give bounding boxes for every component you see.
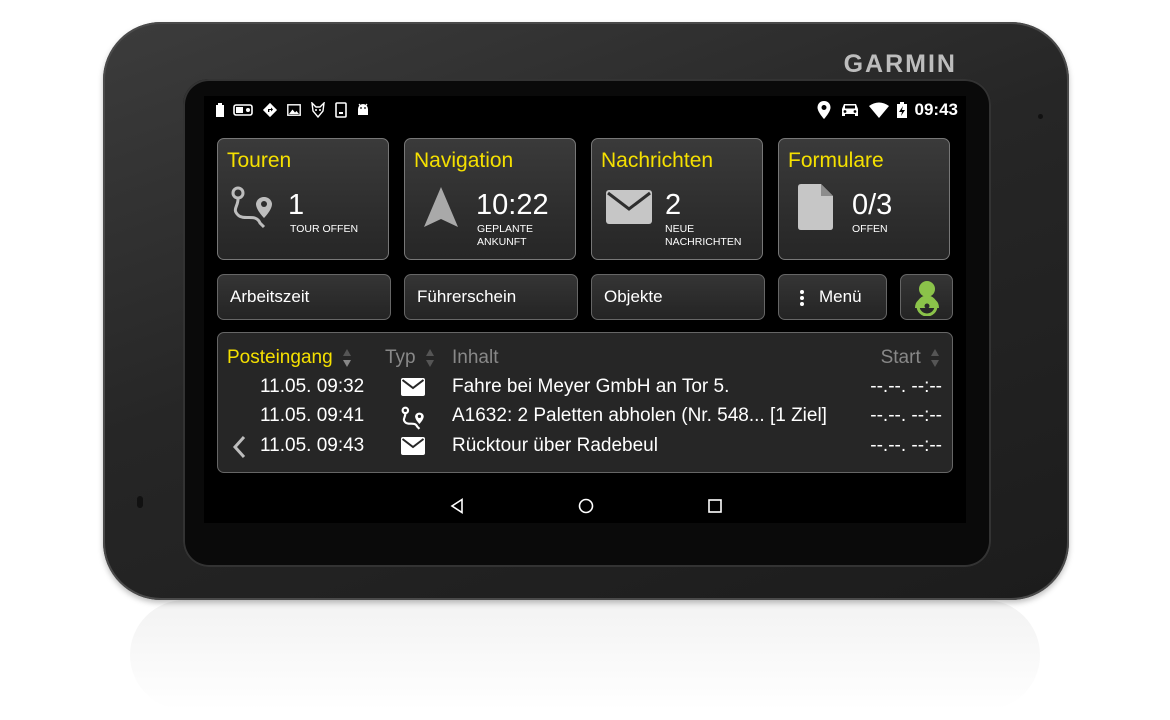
tile-nachrichten[interactable]: Nachrichten 2 NEUE NACHRICHTEN <box>591 138 763 260</box>
row-start: --.--. --:-- <box>870 435 942 456</box>
row-start: --.--. --:-- <box>870 376 942 397</box>
navigation-arrow-icon <box>424 187 458 227</box>
row-date: 11.05. 09:32 <box>260 376 365 397</box>
android-icon <box>358 103 368 115</box>
table-row[interactable]: 11.05. 09:32 Fahre bei Meyer GmbH an Tor… <box>218 376 952 406</box>
image-icon <box>287 104 301 116</box>
header-start[interactable]: Start <box>881 347 940 369</box>
row-date: 11.05. 09:43 <box>260 435 365 456</box>
route-icon <box>231 186 272 229</box>
wifi-icon <box>868 102 889 118</box>
screen: 09:43 Touren 1 TOUR OFFEN Navigation 10:… <box>204 96 966 523</box>
tile-formulare-subline-1: OFFEN <box>852 223 888 235</box>
envelope-icon <box>606 190 652 224</box>
tile-navigation-number: 10:22 <box>476 189 549 221</box>
back-chevron-icon[interactable] <box>232 435 246 459</box>
fox-icon <box>311 102 325 118</box>
header-posteingang[interactable]: Posteingang <box>227 347 352 369</box>
battery-icon <box>216 103 224 117</box>
row-start: --.--. --:-- <box>870 405 942 426</box>
back-icon[interactable] <box>450 498 464 514</box>
tile-nachrichten-title: Nachrichten <box>601 149 714 172</box>
tile-formulare[interactable]: Formulare 0/3 OFFEN <box>778 138 950 260</box>
row-content: A1632: 2 Paletten abholen (Nr. 548... [1… <box>452 405 827 426</box>
toggle-icon <box>233 104 253 116</box>
status-time: 09:43 <box>914 100 958 119</box>
row-content: Rücktour über Radebeul <box>452 435 658 456</box>
menu-button-label: Menü <box>819 287 862 306</box>
more-vertical-icon <box>800 290 804 306</box>
device-reflection <box>130 600 1040 710</box>
tile-nachrichten-number: 2 <box>665 189 682 221</box>
location-pin-icon <box>817 101 831 119</box>
header-typ[interactable]: Typ <box>385 347 435 369</box>
tile-nachrichten-subline-2: NACHRICHTEN <box>665 236 742 248</box>
brand-logo: GARMIN <box>843 50 957 78</box>
tile-formulare-title: Formulare <box>788 149 884 172</box>
tile-navigation-subline-2: ANKUNFT <box>477 236 527 248</box>
envelope-icon <box>401 437 425 455</box>
header-typ-label: Typ <box>385 347 416 368</box>
envelope-icon <box>401 378 425 396</box>
car-icon <box>841 104 858 116</box>
driver-status-button[interactable] <box>900 274 953 320</box>
table-row[interactable]: 11.05. 09:43 Rücktour über Radebeul --.-… <box>218 435 952 465</box>
route-icon <box>401 406 424 430</box>
battery-charging-icon <box>896 102 907 118</box>
driver-steering-wheel-icon <box>915 281 939 316</box>
objekte-button[interactable]: Objekte <box>591 274 765 320</box>
tile-touren-number: 1 <box>288 189 305 221</box>
microphone-hole <box>137 496 143 508</box>
status-bar: 09:43 <box>204 96 966 126</box>
header-start-label: Start <box>880 347 921 368</box>
table-row[interactable]: 11.05. 09:41 A1632: 2 Paletten abholen (… <box>218 405 952 435</box>
android-navigation-bar <box>204 488 966 523</box>
menu-button[interactable]: Menü <box>778 274 887 320</box>
recent-apps-icon[interactable] <box>708 499 722 513</box>
fuehrerschein-button[interactable]: Führerschein <box>404 274 578 320</box>
arbeitszeit-button[interactable]: Arbeitszeit <box>217 274 391 320</box>
row-date: 11.05. 09:41 <box>260 405 365 426</box>
tile-navigation-subline-1: GEPLANTE <box>477 223 534 235</box>
sort-arrows-icon <box>931 348 939 367</box>
tile-navigation[interactable]: Navigation 10:22 GEPLANTE ANKUNFT <box>404 138 576 260</box>
tile-touren-subline-1: TOUR OFFEN <box>290 223 359 235</box>
header-inhalt[interactable]: Inhalt <box>452 347 498 369</box>
tile-touren-title: Touren <box>227 149 292 172</box>
directions-icon <box>262 102 278 118</box>
tile-touren[interactable]: Touren 1 TOUR OFFEN <box>217 138 389 260</box>
document-icon <box>798 184 833 230</box>
light-sensor <box>1038 114 1043 119</box>
inbox-panel: Posteingang Typ Inhalt Start 11.05. 09:3… <box>217 332 953 473</box>
sort-arrows-icon <box>342 348 351 367</box>
tile-nachrichten-subline-1: NEUE <box>665 223 695 235</box>
tile-formulare-number: 0/3 <box>852 189 893 221</box>
row-content: Fahre bei Meyer GmbH an Tor 5. <box>452 376 730 397</box>
tile-navigation-title: Navigation <box>414 149 514 172</box>
sort-arrows-icon <box>425 348 434 367</box>
header-posteingang-label: Posteingang <box>227 347 333 368</box>
home-icon[interactable] <box>578 498 594 514</box>
tablet-icon <box>335 102 347 118</box>
